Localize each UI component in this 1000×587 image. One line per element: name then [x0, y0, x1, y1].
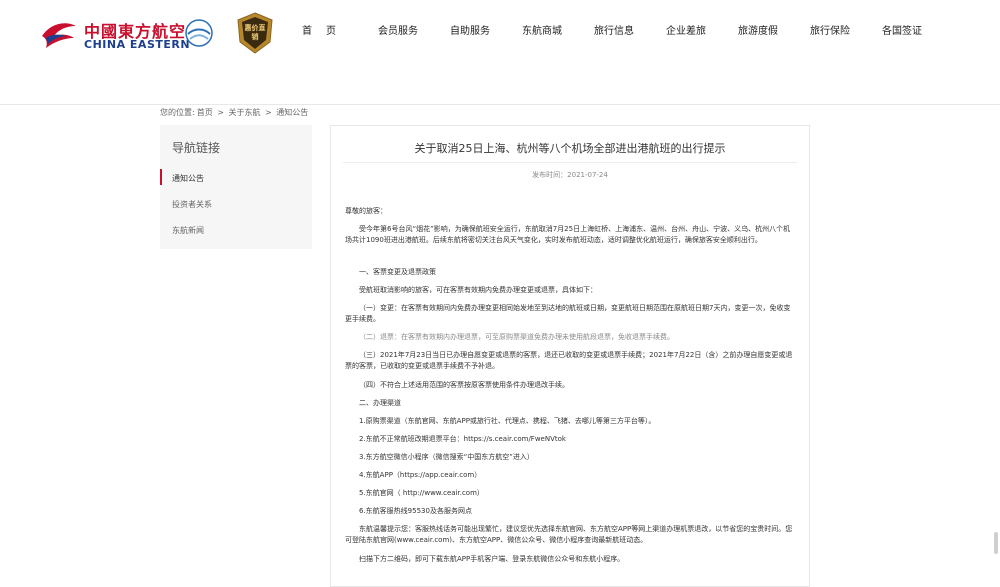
channel-item: 6.东航客服热线95530及各服务网点: [359, 507, 472, 515]
breadcrumb-prefix: 您的位置:: [160, 108, 195, 117]
breadcrumb-notices[interactable]: 通知公告: [276, 108, 308, 117]
paragraph: 扫描下方二维码，即可下载东航APP手机客户端、登录东航微信公众号和东航小程序。: [359, 555, 625, 563]
breadcrumb-home[interactable]: 首页: [197, 108, 213, 117]
paragraph: （三）2021年7月23日当日已办理自愿变更或退票的客票，退还已收取的变更或退票…: [345, 351, 793, 370]
sidebar-item-news[interactable]: 东航新闻: [172, 225, 204, 236]
breadcrumb-sep: >: [217, 108, 224, 117]
breadcrumb-sep: >: [265, 108, 272, 117]
nav-mall[interactable]: 东航商城: [506, 22, 578, 42]
nav-corporate-travel[interactable]: 企业差旅: [650, 22, 722, 42]
channel-item[interactable]: 5.东航官网（ http://www.ceair.com）: [345, 488, 797, 499]
paragraph: 受航班取消影响的旅客，可在客票有效期内免费办理变更或退票，具体如下：: [359, 286, 597, 294]
nav-member-services[interactable]: 会员服务: [362, 22, 434, 42]
sidebar: 导航链接 通知公告 投资者关系 东航新闻: [160, 125, 312, 249]
breadcrumb: 您的位置: 首页 > 关于东航 > 通知公告: [160, 107, 310, 118]
intro-paragraph: 受今年第6号台风“烟花”影响，为确保航班安全运行，东航取消7月25日上海虹桥、上…: [345, 225, 791, 244]
nav-holidays[interactable]: 旅游度假: [722, 22, 794, 42]
nav-home[interactable]: 首页: [286, 22, 362, 42]
greeting: 尊敬的旅客：: [345, 207, 387, 215]
site-header: 中國東方航空 CHINA EASTERN 惠价直销 首页 会员服务 自助服务 东…: [0, 0, 1000, 105]
paragraph: （一）变更：在客票有效期间内免费办理变更相同始发地至到达地的航班或日期，变更航班…: [345, 304, 791, 323]
breadcrumb-about[interactable]: 关于东航: [229, 108, 261, 117]
channel-item: 1.原购票渠道（东航官网、东航APP或旅行社、代理点、携程、飞猪、去哪儿等第三方…: [359, 417, 656, 425]
channel-item: 3.东方航空微信小程序（微信搜索“中国东方航空”进入）: [359, 453, 534, 461]
channel-item[interactable]: 2.东航不正常航班改期退票平台：https://s.ceair.com/FweN…: [345, 434, 797, 445]
paragraph: （四）不符合上述适用范围的客票按原客票使用条件办理退改手续。: [359, 381, 569, 389]
article-title: 关于取消25日上海、杭州等八个机场全部进出港航班的出行提示: [414, 142, 726, 155]
nav-self-service[interactable]: 自助服务: [434, 22, 506, 42]
swallow-logo-icon: [42, 23, 76, 48]
section-heading: 一、客票变更及退票政策: [359, 268, 436, 276]
channel-item[interactable]: 4.东航APP（https://app.ceair.com）: [345, 470, 797, 481]
badge-text: 惠价直销: [244, 24, 266, 41]
brand-name-en: CHINA EASTERN: [84, 38, 191, 51]
sidebar-title: 导航链接: [172, 141, 221, 155]
article-date: 发布时间：2021-07-24: [532, 171, 608, 179]
section-heading: 二、办理渠道: [359, 399, 401, 407]
page-scrollbar[interactable]: [994, 532, 998, 554]
skyteam-logo-icon: [185, 19, 213, 47]
sidebar-item-investor-relations[interactable]: 投资者关系: [172, 199, 212, 210]
sidebar-item-notices[interactable]: 通知公告: [172, 173, 204, 184]
main-nav: 首页 会员服务 自助服务 东航商城 旅行信息 企业差旅 旅游度假 旅行保险 各国…: [286, 22, 938, 42]
title-divider: [343, 162, 797, 163]
nav-travel-info[interactable]: 旅行信息: [578, 22, 650, 42]
article: 关于取消25日上海、杭州等八个机场全部进出港航班的出行提示 发布时间：2021-…: [330, 125, 810, 587]
nav-visas[interactable]: 各国签证: [866, 22, 938, 42]
nav-insurance[interactable]: 旅行保险: [794, 22, 866, 42]
direct-sale-badge[interactable]: 惠价直销: [236, 12, 274, 54]
paragraph: 东航温馨提示您：客服热线话务可能出现繁忙，建议您优先选择东航官网、东方航空APP…: [345, 525, 793, 544]
paragraph: （二）退票：在客票有效期内办理退票，可至原购票渠道免费办理未使用航段退票，免收退…: [359, 333, 674, 341]
sidebar-active-indicator: [160, 169, 162, 185]
